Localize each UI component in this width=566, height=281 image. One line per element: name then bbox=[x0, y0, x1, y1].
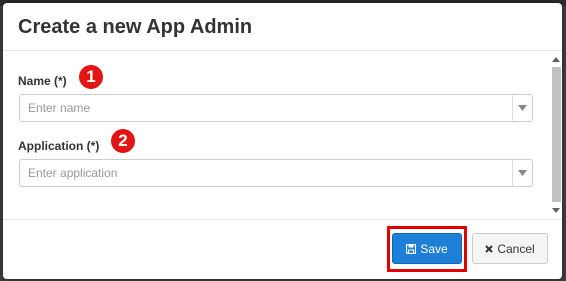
dialog-body: Name (*) 1 Enter name Application (*) 2 … bbox=[3, 51, 562, 219]
save-button-label: Save bbox=[420, 241, 448, 256]
step-badge-1: 1 bbox=[79, 65, 103, 89]
dialog-scrollbar[interactable] bbox=[550, 54, 562, 218]
scroll-down-arrow-icon[interactable] bbox=[552, 206, 560, 214]
close-icon bbox=[485, 244, 494, 253]
step-badge-2: 2 bbox=[111, 129, 135, 153]
application-placeholder: Enter application bbox=[28, 166, 118, 180]
caret-down-icon bbox=[518, 105, 527, 111]
name-placeholder: Enter name bbox=[28, 101, 91, 115]
application-label: Application (*) bbox=[18, 139, 100, 153]
name-select[interactable]: Enter name bbox=[19, 94, 533, 122]
name-dropdown-toggle[interactable] bbox=[512, 95, 532, 121]
dialog-title: Create a new App Admin bbox=[18, 16, 253, 38]
create-app-admin-dialog: Create a new App Admin Name (*) 1 Enter … bbox=[3, 3, 562, 279]
cancel-button[interactable]: Cancel bbox=[472, 233, 548, 264]
floppy-disk-icon bbox=[406, 243, 417, 254]
name-label: Name (*) bbox=[18, 74, 67, 88]
scroll-up-arrow-icon[interactable] bbox=[552, 56, 560, 64]
dialog-footer: Save Cancel bbox=[3, 219, 562, 279]
caret-down-icon bbox=[518, 170, 527, 176]
cancel-button-label: Cancel bbox=[497, 241, 535, 256]
application-dropdown-toggle[interactable] bbox=[512, 160, 532, 186]
application-select[interactable]: Enter application bbox=[19, 159, 533, 187]
save-button[interactable]: Save bbox=[392, 233, 462, 264]
dialog-header: Create a new App Admin bbox=[3, 3, 562, 51]
scrollbar-thumb[interactable] bbox=[552, 67, 561, 202]
